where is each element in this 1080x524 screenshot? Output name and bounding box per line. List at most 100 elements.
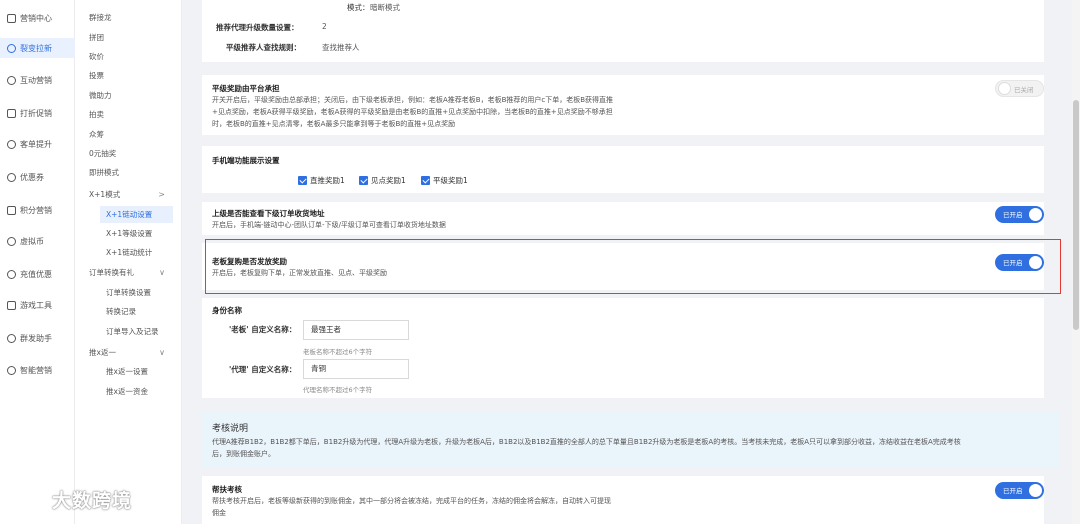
sub-nav-label: 即拼模式 [89,168,119,177]
toggle-text: 已关闭 [1014,86,1034,94]
mode-label: 模式： [347,3,370,12]
platform-bonus-toggle[interactable]: 已关闭 [995,80,1044,97]
main-nav-item[interactable]: 营销中心 [0,8,75,28]
checkbox-label: 直推奖励1 [310,176,345,185]
scrollbar-thumb[interactable] [1073,100,1079,330]
mobile-display-title: 手机端功能展示设置 [212,156,280,165]
upgrade-count-label: 推荐代理升级数量设置： [216,23,299,32]
recharge-icon [7,269,16,279]
game-icon [7,300,16,310]
main-nav-item[interactable]: 裂变拉新 [0,38,75,58]
assist-assessment-toggle[interactable]: 已开启 [995,482,1044,499]
sub-nav-item[interactable]: X+1链动设置 [75,206,182,223]
sub-nav-item[interactable]: 拼团 [75,29,182,46]
chevron-icon: ∨ [159,268,165,277]
checkbox-direct-bonus[interactable]: 直推奖励1 [298,175,345,186]
agent-name-hint: 代理名称不超过6个字符 [303,386,373,394]
main-nav-item[interactable]: 虚拟币 [0,231,75,251]
main-nav-label: 智能营销 [20,365,52,375]
boss-name-input[interactable]: 最强王者 [303,320,409,340]
sub-nav-label: 微助力 [89,91,112,100]
platform-bonus-desc-line: 时，老板B的直推+见点清零，老板A最多只能拿到等于老板B的直推+见点奖励 [212,120,456,128]
sub-nav-item[interactable]: 订单导入及记录 [75,323,182,340]
platform-bonus-desc: 开关开启后，平级奖励由总部承担；关闭后，由下级老板承担，例如：老板A推荐老板B，… [212,94,732,130]
watermark-text: 大数跨境 [52,490,133,512]
main-nav-label: 打折促销 [20,108,52,118]
sub-nav-label: 转换记录 [106,307,136,316]
sub-nav-item[interactable]: 群接龙 [75,9,182,26]
main-nav-label: 积分营销 [20,205,52,215]
boss-name-hint: 老板名称不超过6个字符 [303,348,373,356]
address-visibility-desc: 开启后，手机端-链动中心-团队订单-下级/平级订单可查看订单收货地址数据 [212,221,446,229]
sub-sidebar: 群接龙拼团砍价投票微助力拍卖众筹 0元抽奖即拼模式 X+1模式 > X+1链动设置 X+1… [75,0,182,524]
sub-nav-item[interactable]: 推x返一资金 [75,383,182,400]
checkbox-point-bonus[interactable]: 见点奖励1 [359,175,406,186]
upgrade-count-value: 2 [322,22,327,31]
address-visibility-card: 上级是否能查看下级订单收货地址 开启后，手机端-链动中心-团队订单-下级/平级订… [202,202,1044,235]
checkbox-peer-bonus[interactable]: 平级奖励1 [421,175,468,186]
sub-nav-label: 推x返一资金 [106,387,148,396]
main-nav-item[interactable]: 群发助手 [0,328,75,348]
page-scrollbar[interactable] [1072,0,1080,524]
sub-nav-item[interactable]: X+1模式 > [75,186,182,203]
sub-nav-item[interactable]: X+1等级设置 [75,225,182,242]
main-content: 模式： 暗断模式 推荐代理升级数量设置： 2 平级推荐人查找规则： 查找推荐人 … [183,0,1080,524]
sub-nav-item[interactable]: 推x返一设置 [75,363,182,380]
main-nav-item[interactable]: 互动营销 [0,70,75,90]
assist-assessment-desc-line: 佣金 [212,509,226,517]
sub-nav-item[interactable]: 订单转换有礼 ∨ [75,264,182,281]
sub-nav-item[interactable]: 拍卖 [75,106,182,123]
checkbox-label: 见点奖励1 [371,176,406,185]
main-nav-label: 虚拟币 [20,236,44,246]
sub-nav-item[interactable]: 即拼模式 [75,164,182,181]
assist-assessment-card: 帮扶考核 帮扶考核开启后，老板等级新获得的到账佣金，其中一部分将会被冻结，完成平… [202,476,1044,524]
sub-nav-item[interactable]: X+1链动统计 [75,244,182,261]
highlight-frame [205,239,1061,294]
toggle-text: 已开启 [1003,487,1023,495]
sub-nav-item[interactable]: 众筹 [75,126,182,143]
main-sidebar: 营销中心裂变拉新互动营销打折促销客单提升优惠券积分营销虚拟币充值优惠游戏工具群发… [0,0,75,524]
boss-name-label: '老板' 自定义名称： [229,325,297,334]
platform-bonus-desc-line: 开关开启后，平级奖励由总部承担；关闭后，由下级老板承担，例如：老板A推荐老板B，… [212,96,614,104]
sub-nav-label: 投票 [89,71,104,80]
main-nav-item[interactable]: 充值优惠 [0,264,75,284]
sub-nav-label: X+1链动统计 [106,248,153,257]
order-icon [7,139,16,149]
main-nav-label: 裂变拉新 [20,43,52,53]
main-nav-item[interactable]: 打折促销 [0,103,75,123]
sub-nav-item[interactable]: 订单转换设置 [75,284,182,301]
sub-nav-label: 订单导入及记录 [106,327,159,336]
sub-nav-label: X+1模式 [89,190,121,199]
agent-name-input[interactable]: 青铜 [303,359,409,379]
address-visibility-toggle[interactable]: 已开启 [995,206,1044,223]
sub-nav-label: 订单转换有礼 [89,268,134,277]
sub-nav-item[interactable]: 转换记录 [75,303,182,320]
sub-nav-item[interactable]: 推x返一 ∨ [75,344,182,361]
assessment-info-text: 代理A推荐B1B2，B1B2都下单后，B1B2升级为代理，代理A升级为老板，升级… [212,436,1052,460]
main-nav-item[interactable]: 积分营销 [0,200,75,220]
toggle-text: 已开启 [1003,211,1023,219]
main-nav-label: 群发助手 [20,333,52,343]
main-nav-label: 营销中心 [20,13,52,23]
main-nav-item[interactable]: 优惠券 [0,167,75,187]
sub-nav-item[interactable]: 砍价 [75,48,182,65]
sub-nav-label: X+1等级设置 [106,229,153,238]
main-nav-label: 充值优惠 [20,269,52,279]
sub-nav-item[interactable]: 微助力 [75,87,182,104]
sub-nav-item[interactable]: 投票 [75,67,182,84]
sub-nav-label: 群接龙 [89,13,112,22]
toggle-knob [998,82,1011,95]
coin-icon [7,236,16,246]
sub-nav-label: 拼团 [89,33,104,42]
platform-bonus-card: 平级奖励由平台承担 开关开启后，平级奖励由总部承担；关闭后，由下级老板承担，例如… [202,75,1044,135]
peer-rule-label: 平级推荐人查找规则： [226,43,301,52]
main-nav-item[interactable]: 游戏工具 [0,295,75,315]
points-icon [7,205,16,215]
main-nav-item[interactable]: 智能营销 [0,360,75,380]
sub-nav-label: 拍卖 [89,110,104,119]
checkbox-checked-icon [421,176,430,185]
main-nav-item[interactable]: 客单提升 [0,134,75,154]
sub-nav-label: X+1链动设置 [106,210,153,219]
sub-nav-item[interactable]: 0元抽奖 [75,145,182,162]
chevron-icon: ∨ [159,348,165,357]
